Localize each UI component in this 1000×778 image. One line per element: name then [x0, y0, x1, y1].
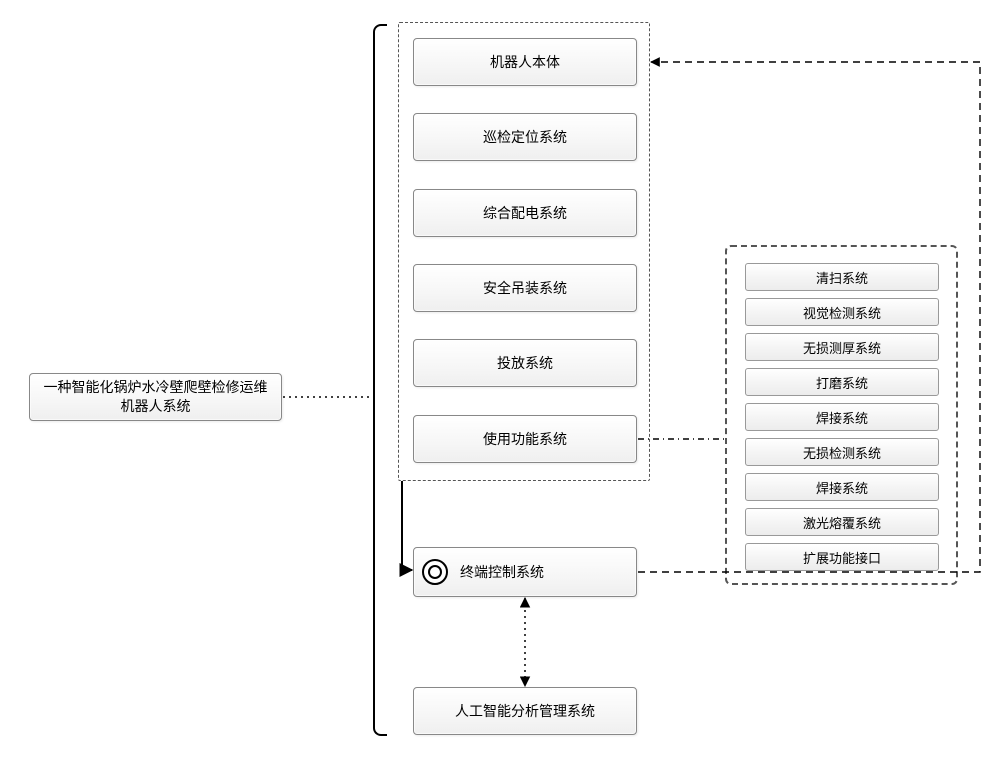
center-node-placement: 投放系统 [413, 339, 637, 387]
fn-ndt: 无损检测系统 [745, 438, 939, 466]
fn-laser-cladding: 激光熔覆系统 [745, 508, 939, 536]
ring-icon [422, 559, 448, 585]
center-dashed-group [398, 22, 650, 481]
center-node-robot-body: 机器人本体 [413, 38, 637, 86]
fn-vision: 视觉检测系统 [745, 298, 939, 326]
bracket [373, 24, 387, 736]
fn-clean: 清扫系统 [745, 263, 939, 291]
fn-thickness: 无损测厚系统 [745, 333, 939, 361]
fn-welding-1: 焊接系统 [745, 403, 939, 431]
fn-welding-2: 焊接系统 [745, 473, 939, 501]
center-node-safety-hoisting: 安全吊装系统 [413, 264, 637, 312]
fn-extension: 扩展功能接口 [745, 543, 939, 571]
ai-node: 人工智能分析管理系统 [413, 687, 637, 735]
fn-grinding: 打磨系统 [745, 368, 939, 396]
center-node-inspection-positioning: 巡检定位系统 [413, 113, 637, 161]
center-node-functional-system: 使用功能系统 [413, 415, 637, 463]
terminal-label: 终端控制系统 [460, 563, 544, 582]
center-node-power-distribution: 综合配电系统 [413, 189, 637, 237]
root-node: 一种智能化锅炉水冷壁爬壁检修运维 机器人系统 [29, 373, 282, 421]
